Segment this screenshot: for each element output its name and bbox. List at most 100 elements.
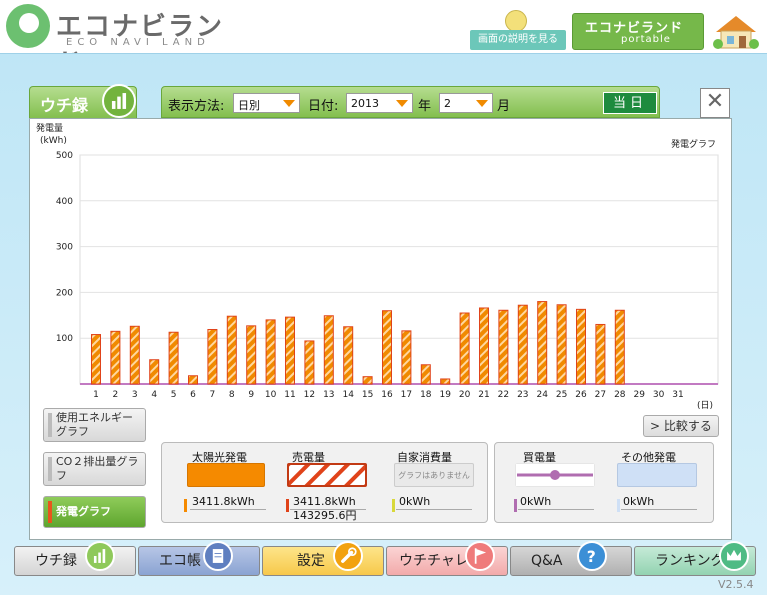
nav-ecocho[interactable]: エコ帳 [138, 541, 260, 576]
solar-value: 3411.8kWh [192, 495, 255, 508]
house-icon[interactable] [712, 12, 760, 50]
bar-day-7 [207, 328, 218, 385]
x-tick-label: 18 [420, 390, 432, 400]
x-tick-label: 9 [248, 390, 254, 400]
chevron-right-icon: > [650, 419, 664, 433]
bar-day-2 [110, 330, 121, 385]
year-select[interactable]: 2013 [346, 93, 413, 113]
energy-usage-graph-button[interactable]: 使用エネルギーグラフ [43, 408, 146, 442]
bars [91, 301, 625, 385]
month-select[interactable]: 2 [439, 93, 493, 113]
bar-day-19 [440, 378, 451, 385]
chevron-down-icon [476, 100, 488, 107]
sold-tick [286, 499, 289, 512]
display-mode-select[interactable]: 日別 [233, 93, 300, 113]
sold-swatch [287, 463, 367, 487]
portable-button[interactable]: エコナビランド portable [572, 13, 704, 50]
y-axis-unit: (kWh) [40, 136, 67, 146]
energy-usage-graph-label: 使用エネルギーグラフ [56, 411, 133, 438]
self-consumption-swatch: グラフはありません [394, 463, 474, 487]
purchase-tick [514, 499, 517, 512]
co2-emission-graph-label: CO２排出量グラフ [56, 455, 139, 482]
bar-day-1 [91, 334, 101, 385]
x-tick-label: 17 [401, 390, 412, 400]
button-indicator [48, 457, 52, 481]
nav-settings-label: 設定 [297, 553, 325, 569]
date-label: 日付: [308, 99, 339, 114]
y-tick-label: 200 [56, 288, 73, 298]
x-tick-label: 13 [323, 390, 334, 400]
legend-generation: 太陽光発電 3411.8kWh 売電量 3411.8kWh 143295.6円 … [161, 442, 488, 523]
bar-day-24 [537, 301, 548, 385]
bar-day-9 [246, 325, 257, 385]
tab-uchiroku[interactable]: ウチ録 [29, 84, 137, 118]
x-tick-label: 20 [459, 390, 471, 400]
x-tick-label: 3 [132, 390, 138, 400]
x-tick-label: 11 [284, 390, 295, 400]
x-tick-label: 30 [653, 390, 665, 400]
bar-day-23 [517, 304, 528, 385]
eco-navi-land-logo: エコナビランド ECO NAVI LAND [6, 4, 246, 79]
bar-day-28 [614, 309, 625, 385]
x-tick-label: 10 [265, 390, 277, 400]
x-tick-label: 14 [342, 390, 354, 400]
y-tick-labels: 500 400 300 200 100 [56, 151, 73, 344]
bar-day-20 [459, 312, 470, 385]
nav-uchiroku-label: ウチ録 [35, 553, 77, 569]
button-indicator [48, 413, 52, 437]
generation-graph-button[interactable]: 発電グラフ [43, 496, 146, 528]
bar-chart-icon [85, 541, 115, 571]
x-tick-label: 19 [439, 390, 451, 400]
x-tick-label: 6 [190, 390, 196, 400]
self-tick [392, 499, 395, 512]
bar-day-14 [343, 326, 354, 385]
sold-value: 3411.8kWh [293, 495, 356, 508]
x-tick-label: 12 [304, 390, 315, 400]
chevron-down-icon [283, 100, 295, 107]
nav-ranking[interactable]: ランキング [634, 541, 756, 576]
legend-purchase: 買電量 0kWh その他発電 0kWh [494, 442, 714, 523]
screen-help-button[interactable]: 画面の説明を見る [470, 30, 566, 50]
nav-uchiroku[interactable]: ウチ録 [14, 541, 136, 576]
co2-emission-graph-button[interactable]: CO２排出量グラフ [43, 452, 146, 486]
display-mode-label: 表示方法: [168, 99, 225, 114]
bar-day-27 [595, 323, 606, 385]
sold-yen: 143295.6円 [293, 509, 357, 522]
help-character-icon [505, 10, 527, 32]
close-button[interactable]: ✕ [700, 88, 730, 118]
crown-icon [719, 541, 749, 571]
x-tick-label: 15 [362, 390, 373, 400]
nav-ecocho-label: エコ帳 [159, 553, 201, 569]
self-underline [396, 509, 472, 510]
bar-day-18 [420, 364, 431, 385]
solar-tick [184, 499, 187, 512]
compare-button[interactable]: > 比較する [643, 415, 719, 437]
nav-uchichare[interactable]: ウチチャレ [386, 541, 508, 576]
chart-title: 発電グラフ [671, 138, 716, 150]
today-button[interactable]: 当日 [603, 92, 657, 114]
month-unit: 月 [497, 99, 511, 114]
bar-day-26 [576, 308, 586, 385]
y-tick-label: 100 [56, 334, 73, 344]
year-value: 2013 [351, 97, 379, 110]
x-tick-label: 16 [381, 390, 393, 400]
nav-qa[interactable]: Q&A ? [510, 541, 632, 576]
nav-settings[interactable]: 設定 [262, 541, 384, 576]
x-tick-label: 21 [478, 390, 489, 400]
power-generation-chart: 発電量 (kWh) 発電グラフ (日) 500400300200100 1234… [36, 122, 719, 411]
flag-icon [465, 541, 495, 571]
x-tick-label: 22 [498, 390, 509, 400]
question-icon: ? [577, 541, 607, 571]
solar-underline [190, 509, 266, 510]
x-tick-label: 4 [151, 390, 157, 400]
x-tick-label: 7 [210, 390, 216, 400]
bar-day-15 [362, 376, 373, 385]
month-value: 2 [444, 97, 451, 110]
bar-day-5 [168, 331, 179, 385]
other-underline [621, 509, 697, 510]
bar-day-6 [188, 375, 198, 385]
notebook-icon [203, 541, 233, 571]
x-tick-label: 8 [229, 390, 235, 400]
bar-day-17 [401, 330, 412, 385]
other-generation-value: 0kWh [623, 495, 655, 508]
